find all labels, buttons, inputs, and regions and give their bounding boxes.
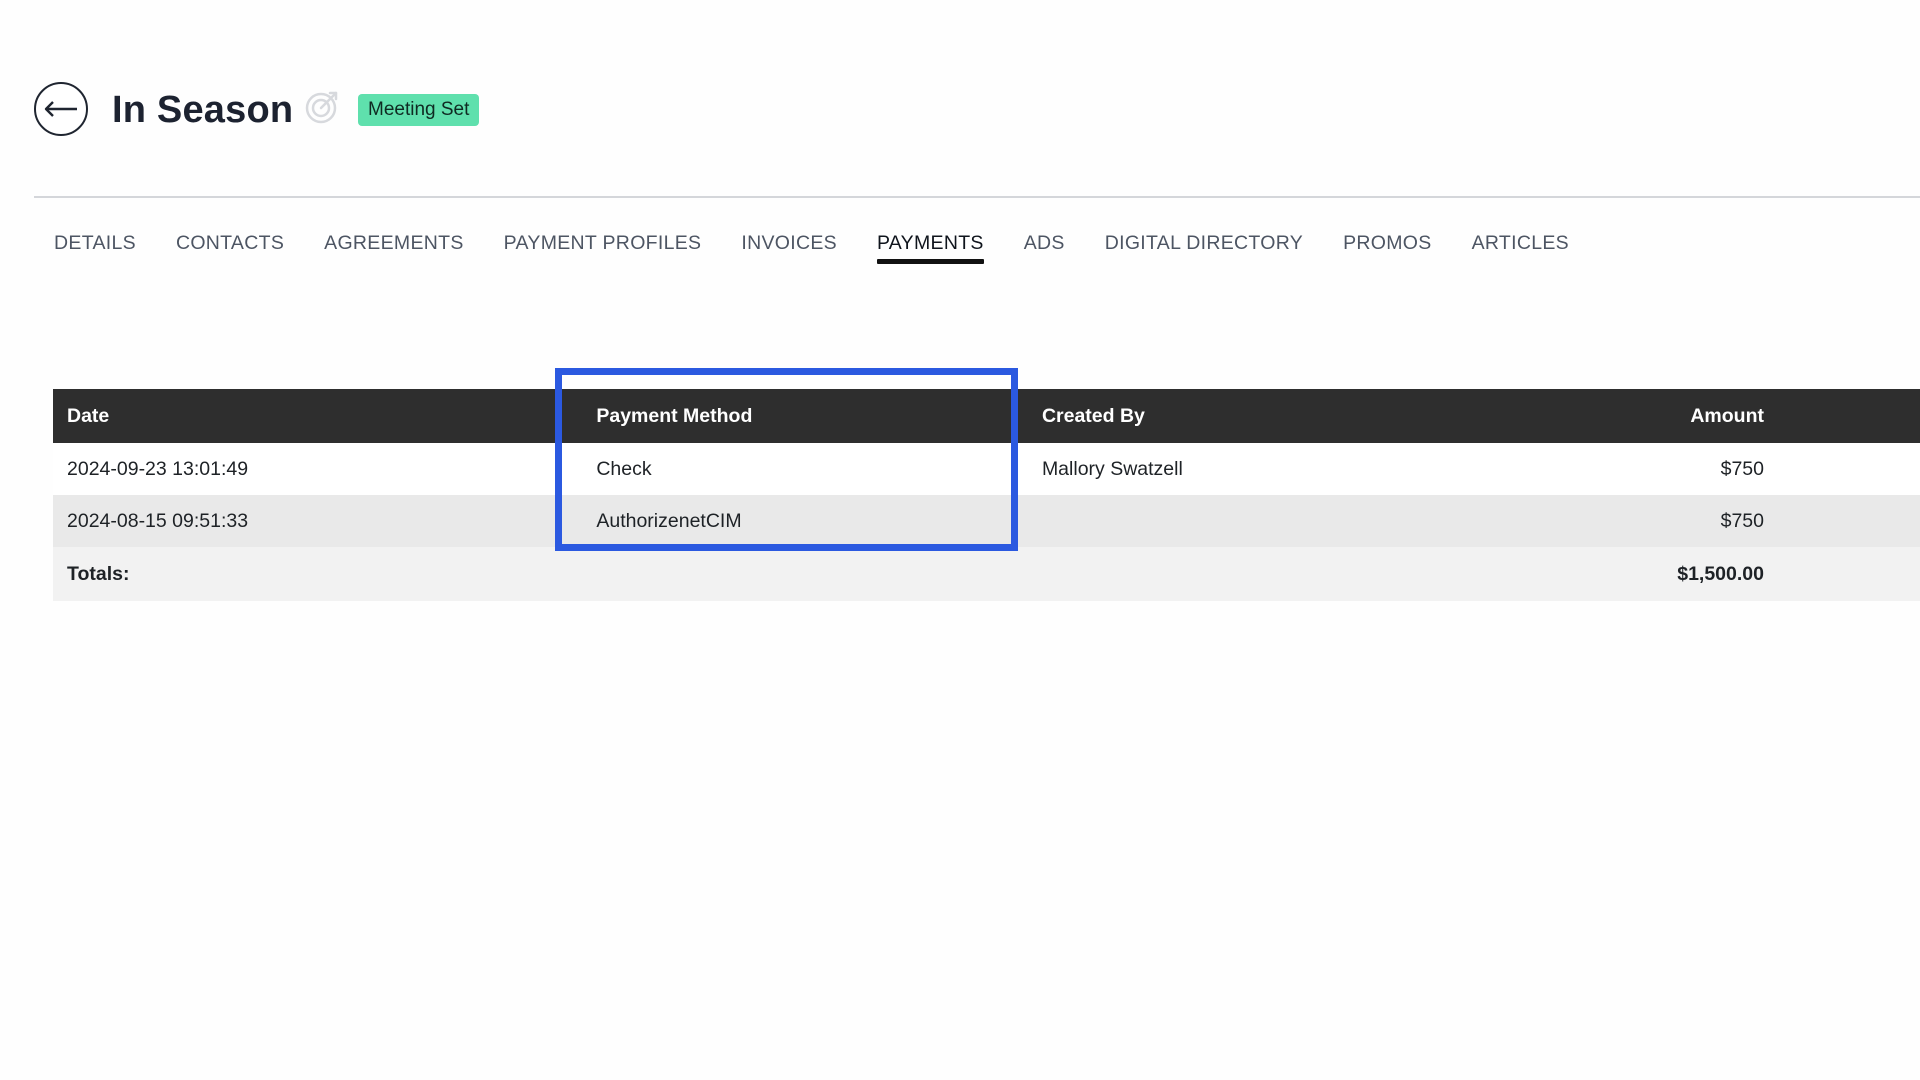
back-arrow-icon [44,101,77,117]
header-divider [34,196,1920,198]
target-icon[interactable] [304,88,342,126]
column-header-created-by[interactable]: Created By [1021,389,1556,443]
tab-invoices[interactable]: INVOICES [741,228,837,258]
cell-payment-method: AuthorizenetCIM [562,495,1022,547]
totals-amount: $1,500.00 [1555,547,1892,601]
column-header-amount[interactable]: Amount [1555,389,1892,443]
tab-articles[interactable]: ARTICLES [1472,228,1569,258]
tab-payment-profiles[interactable]: PAYMENT PROFILES [504,228,702,258]
table-header-row: Date Payment Method Created By Amount [53,389,1920,443]
totals-row: Totals: $1,500.00 [53,547,1920,601]
tab-promos[interactable]: PROMOS [1343,228,1431,258]
cell-created-by [1021,495,1556,547]
back-button[interactable] [34,82,88,136]
totals-spacer [1892,547,1920,601]
totals-empty [562,547,1022,601]
tab-payments[interactable]: PAYMENTS [876,228,984,264]
tab-ads[interactable]: ADS [1024,228,1065,258]
cell-date: 2024-08-15 09:51:33 [53,495,563,547]
tab-bar: DETAILS CONTACTS AGREEMENTS PAYMENT PROF… [54,228,1609,264]
totals-label: Totals: [53,547,563,601]
cell-date: 2024-09-23 13:01:49 [53,443,563,495]
cell-amount: $750 [1555,495,1892,547]
tab-digital-directory[interactable]: DIGITAL DIRECTORY [1105,228,1303,258]
column-header-payment-method[interactable]: Payment Method [562,389,1022,443]
column-header-spacer [1892,389,1920,443]
table-row[interactable]: 2024-08-15 09:51:33 AuthorizenetCIM $750 [53,495,1920,547]
page: In Season Meeting Set DETAILS CONTACTS A… [0,0,1920,1080]
totals-empty [1021,547,1556,601]
status-badge: Meeting Set [358,94,480,126]
tab-details[interactable]: DETAILS [54,228,136,258]
page-title: In Season [112,89,294,131]
cell-payment-method: Check [562,443,1022,495]
cell-amount: $750 [1555,443,1892,495]
tab-agreements[interactable]: AGREEMENTS [324,228,464,258]
cell-spacer [1892,495,1920,547]
cell-spacer [1892,443,1920,495]
payments-table: Date Payment Method Created By Amount 20… [53,389,1920,601]
cell-created-by: Mallory Swatzell [1021,443,1556,495]
column-header-date[interactable]: Date [53,389,563,443]
tab-contacts[interactable]: CONTACTS [176,228,284,258]
table-row[interactable]: 2024-09-23 13:01:49 Check Mallory Swatze… [53,443,1920,495]
